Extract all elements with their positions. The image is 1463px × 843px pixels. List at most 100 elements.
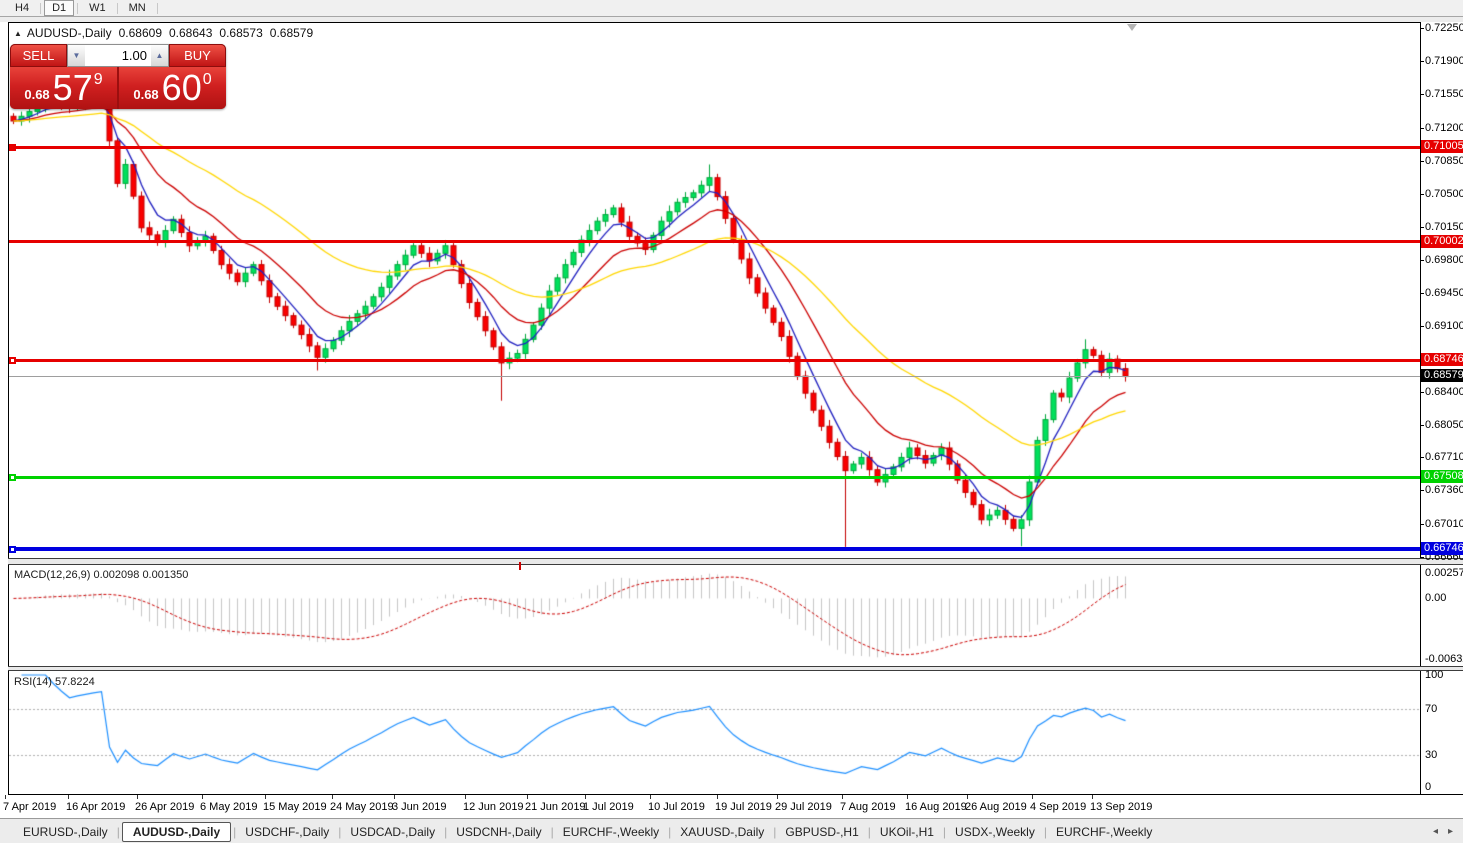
date-axis-label: 26 Aug 2019 [965,801,1027,813]
date-axis-tick [967,795,968,799]
splitter-macd-rsi[interactable] [8,666,1463,671]
sell-price-prefix: 0.68 [24,86,50,102]
price-axis-tick: 0.67360 [1420,484,1463,497]
volume-input[interactable]: 1.00 [85,45,151,66]
price-badge-0.67508: 0.67508 [1421,470,1463,484]
buy-price-box[interactable]: 0.68 60 0 [119,67,226,109]
rsi-axis-100: 100 [1425,669,1444,681]
date-axis-label: 16 Aug 2019 [905,801,967,813]
date-axis-tick [137,795,138,799]
hline-0.67508[interactable] [9,475,1420,479]
date-axis-label: 7 Apr 2019 [3,801,57,813]
timeframe-button-w1[interactable]: W1 [81,0,114,16]
hline-handle[interactable] [9,143,16,151]
tab-scroll-left-icon[interactable]: ◂ [1433,826,1438,837]
volume-spinner: ▼ 1.00 ▲ [67,44,169,67]
buy-button[interactable]: BUY [169,44,226,67]
panel-collapse-icon[interactable]: ▲ [14,29,22,38]
rsi-value: 57.8224 [54,676,95,688]
volume-increase-button[interactable]: ▲ [151,45,168,66]
date-axis-tick [68,795,69,799]
chart-tab-eurusd-daily[interactable]: EURUSD-,Daily [14,822,117,842]
price-badge-0.66746: 0.66746 [1421,542,1463,556]
toolbar-separator [156,2,158,14]
tab-scroll-right-icon[interactable]: ▸ [1448,826,1453,837]
date-axis-tick [777,795,778,799]
rsi-label-row: RSI(14) 57.8224 [14,676,95,688]
price-axis-tick: 0.70150 [1420,220,1463,233]
chart-tab-eurchf-weekly[interactable]: EURCHF-,Weekly [1047,822,1161,842]
rsi-axis-30: 30 [1425,748,1438,761]
date-axis-tick [265,795,266,799]
hline-0.66746[interactable] [9,547,1420,552]
date-axis-label: 15 May 2019 [263,801,327,813]
sell-button[interactable]: SELL [10,44,67,67]
date-axis-tick [1092,795,1093,799]
symbol-title: AUDUSD-,Daily [26,26,112,40]
chart-tab-usdcad-daily[interactable]: USDCAD-,Daily [341,822,444,842]
date-axis-label: 26 Apr 2019 [135,801,195,813]
price-axis-tick: 0.69450 [1420,286,1463,299]
date-axis-label: 29 Jul 2019 [775,801,832,813]
chart-tab-audusd-daily[interactable]: AUDUSD-,Daily [121,821,232,842]
buy-price-big: 60 [161,67,202,108]
price-axis-tick: 0.70850 [1420,154,1463,167]
hline-0.68746[interactable] [9,358,1420,362]
date-axis-tick [585,795,586,799]
toolbar-separator [77,2,79,14]
splitter-main-macd[interactable] [8,558,1463,565]
chart-tab-usdcnh-daily[interactable]: USDCNH-,Daily [447,822,550,842]
chart-tab-usdchf-daily[interactable]: USDCHF-,Daily [236,822,338,842]
price-badge-0.71005: 0.71005 [1421,140,1463,153]
timeframe-button-h4[interactable]: H4 [7,0,37,16]
timeframe-button-mn[interactable]: MN [121,0,154,16]
rsi-pane-canvas[interactable] [9,672,1420,793]
macd-axis-zero: 0.00 [1425,592,1447,605]
sell-price-box[interactable]: 0.68 57 9 [10,67,117,109]
chart-tab-gbpusd-h1[interactable]: GBPUSD-,H1 [776,822,867,842]
chart-shift-marker-icon[interactable] [1127,24,1137,31]
date-axis-label: 10 Jul 2019 [648,801,705,813]
date-axis-tick [202,795,203,799]
price-axis-tick: 0.67010 [1420,517,1463,530]
hline-handle[interactable] [9,473,16,481]
ohlc-low: 0.68573 [219,26,263,40]
timeframe-button-d1[interactable]: D1 [44,0,75,16]
macd-signal-value: 0.001350 [142,569,189,581]
rsi-axis-0: 0 [1425,781,1432,793]
price-axis-tick: 0.71900 [1420,55,1463,68]
date-axis-label: 19 Jul 2019 [715,801,772,813]
date-axis-tick [907,795,908,799]
chart-border-bottom [8,794,1463,795]
sell-price-big: 57 [52,67,93,108]
price-badge-0.68579: 0.68579 [1421,369,1463,383]
chart-tab-xauusd-daily[interactable]: XAUUSD-,Daily [671,822,773,842]
chart-tab-usdx-weekly[interactable]: USDX-,Weekly [946,822,1044,842]
hline-0.70002[interactable] [9,240,1420,244]
date-axis-label: 7 Aug 2019 [840,801,896,813]
date-axis-tick [1032,795,1033,799]
chart-tab-eurchf-weekly[interactable]: EURCHF-,Weekly [554,822,668,842]
hline-handle[interactable] [9,356,16,364]
date-axis-label: 24 May 2019 [330,801,394,813]
date-axis-tick [717,795,718,799]
macd-axis-top: 0.002574 [1425,567,1463,579]
price-badge-0.68746: 0.68746 [1421,353,1463,367]
hline-0.71005[interactable] [9,145,1420,149]
volume-decrease-button[interactable]: ▼ [68,45,85,66]
rsi-label: RSI(14) [14,676,52,688]
price-axis-tick: 0.70500 [1420,187,1463,200]
chart-tab-bar: EURUSD-,Daily | AUDUSD-,Daily | USDCHF-,Dail… [0,818,1463,843]
price-axis-tick: 0.67710 [1420,451,1463,464]
date-axis-label: 21 Jun 2019 [525,801,586,813]
chart-tab-ukoil-h1[interactable]: UKOil-,H1 [871,822,943,842]
current-price-line [9,376,1420,378]
price-axis-tick: 0.72250 [1420,22,1463,35]
macd-pane-canvas[interactable] [9,566,1420,665]
chart-title-row: ▲ AUDUSD-,Daily 0.68609 0.68643 0.68573 … [14,26,313,40]
date-axis-label: 1 Jul 2019 [583,801,634,813]
chart-border-right [1420,22,1421,795]
toolbar-separator [40,2,42,14]
price-axis-tick: 0.69800 [1420,253,1463,266]
hline-handle[interactable] [9,545,16,553]
